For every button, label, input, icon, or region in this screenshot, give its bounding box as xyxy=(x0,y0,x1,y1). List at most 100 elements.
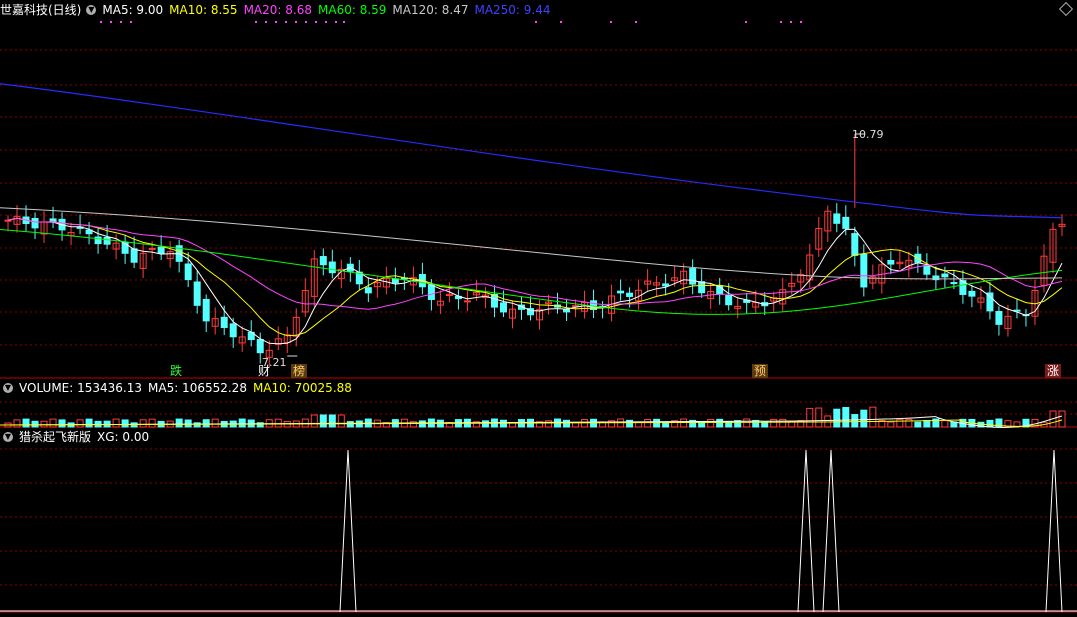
candle-body xyxy=(49,218,57,222)
candle-body xyxy=(995,311,1003,325)
volume-bar xyxy=(481,420,489,428)
indicator-xg-value: XG: 0.00 xyxy=(97,430,150,444)
signal-dot xyxy=(100,21,102,23)
stock-title[interactable]: 世嘉科技(日线) xyxy=(0,3,81,17)
volume-bar xyxy=(85,418,93,428)
candle-body xyxy=(842,216,850,229)
signal-dot xyxy=(335,21,337,23)
candle-body xyxy=(689,268,697,285)
candle-body xyxy=(328,261,336,274)
event-marker-list[interactable]: 榜 xyxy=(291,364,308,378)
signal-dot xyxy=(285,21,287,23)
volume-bar xyxy=(869,406,877,428)
volume-bar xyxy=(184,419,192,428)
signal-dot xyxy=(265,21,267,23)
candle-body xyxy=(923,265,931,275)
indicator-panel-header: ▼ 猎杀起飞新版 XG: 0.00 xyxy=(0,427,155,447)
volume-bar xyxy=(986,419,994,428)
volume-bar xyxy=(121,419,129,428)
ma250-line xyxy=(0,83,1063,219)
signal-dot xyxy=(745,21,747,23)
stock-chart-canvas[interactable] xyxy=(0,0,1077,617)
signal-dot xyxy=(535,21,537,23)
signal-dot xyxy=(325,21,327,23)
candle-body xyxy=(193,281,201,306)
xg-signal-spike xyxy=(822,449,840,613)
volume-bar xyxy=(238,418,246,428)
volume-bar xyxy=(545,420,553,428)
signal-dot xyxy=(275,21,277,23)
candle-body xyxy=(256,339,264,354)
signal-dot xyxy=(635,21,637,23)
signal-dot xyxy=(305,21,307,23)
high-price-label: 10.79 xyxy=(852,128,884,141)
volume-bar xyxy=(797,420,805,428)
candle-body xyxy=(617,290,625,294)
candle-body xyxy=(950,282,958,285)
indicator-name[interactable]: 猎杀起飞新版 xyxy=(19,430,91,444)
xg-signal-spike xyxy=(797,449,815,613)
candle-body xyxy=(130,248,138,263)
volume-bar xyxy=(193,422,201,428)
signal-dot xyxy=(255,21,257,23)
candle-body xyxy=(202,298,210,322)
candle-body xyxy=(887,260,895,265)
volume-bar xyxy=(716,418,724,428)
xg-signal-spike xyxy=(1045,449,1063,613)
volume-bar xyxy=(49,418,57,428)
volume-bar xyxy=(13,419,21,428)
volume-bar xyxy=(941,420,949,428)
volume-bar xyxy=(310,414,318,428)
candle-body xyxy=(725,295,733,306)
event-marker-fall[interactable]: 跌 xyxy=(168,364,184,378)
volume-bar xyxy=(626,419,634,428)
signal-dot xyxy=(560,21,562,23)
volume-bar xyxy=(842,407,850,428)
volume-bar xyxy=(563,419,571,428)
xg-signal-spike xyxy=(339,449,357,613)
volume-bar xyxy=(770,418,778,428)
volume-bar xyxy=(328,414,336,428)
volume-bar xyxy=(76,419,84,428)
candle-body xyxy=(31,217,39,229)
signal-dot xyxy=(343,21,345,23)
chevron-down-icon[interactable]: ▼ xyxy=(3,382,13,393)
volume-bar xyxy=(743,418,751,428)
candle-body xyxy=(319,256,327,266)
candle-body xyxy=(184,263,192,281)
volume-bar xyxy=(815,407,823,428)
volume-bar xyxy=(1058,410,1066,428)
volume-bar xyxy=(319,414,327,428)
signal-dot xyxy=(780,21,782,23)
ma60-value: MA60: 8.59 xyxy=(318,3,387,17)
volume-bar xyxy=(806,407,814,428)
main-panel-header: 世嘉科技(日线) ▼ MA5: 9.00 MA10: 8.55 MA20: 8.68 MA… xyxy=(0,0,557,20)
candle-body xyxy=(463,300,471,303)
event-marker-finance[interactable]: 财 xyxy=(256,364,272,378)
candle-body xyxy=(157,246,165,254)
volume-bar xyxy=(644,418,652,428)
ma10-line xyxy=(7,217,1063,337)
volume-bar xyxy=(211,418,219,428)
event-marker-forecast[interactable]: 预 xyxy=(752,364,769,378)
volume-value: VOLUME: 153436.13 xyxy=(19,381,142,395)
candle-body xyxy=(941,273,949,278)
chevron-down-icon[interactable]: ▼ xyxy=(86,4,97,15)
ma20-value: MA20: 8.68 xyxy=(243,3,312,17)
candle-body xyxy=(499,302,507,313)
volume-ma10-value: MA10: 70025.88 xyxy=(252,381,352,395)
volume-bar xyxy=(914,421,922,428)
ma120-line xyxy=(0,207,1063,280)
signal-dot xyxy=(295,21,297,23)
chevron-down-icon[interactable]: ▼ xyxy=(3,431,13,442)
volume-bar xyxy=(139,419,147,428)
candle-body xyxy=(563,308,571,313)
candle-body xyxy=(103,236,111,245)
volume-bar xyxy=(779,418,787,428)
signal-dot xyxy=(120,21,122,23)
volume-ma5-value: MA5: 106552.28 xyxy=(148,381,247,395)
signal-dot xyxy=(110,21,112,23)
event-marker-rise[interactable]: 涨 xyxy=(1045,364,1062,378)
candle-body xyxy=(662,283,670,287)
signal-dot xyxy=(610,21,612,23)
